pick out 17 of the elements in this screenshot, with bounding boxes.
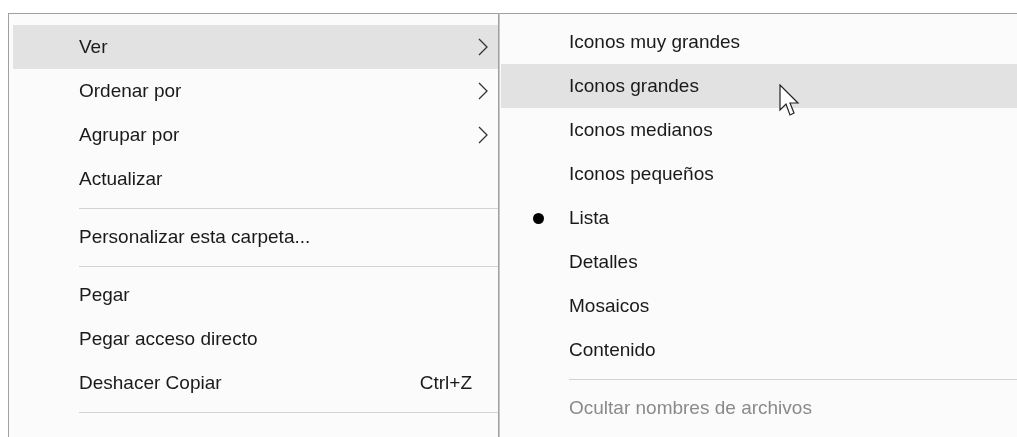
menu-item[interactable]: Ordenar por <box>13 69 498 113</box>
menu-item[interactable]: Iconos muy grandes <box>501 20 1017 64</box>
menu-item[interactable]: Ver <box>13 25 498 69</box>
menu-item[interactable]: Iconos medianos <box>501 108 1017 152</box>
menu-item[interactable]: Deshacer Copiar Ctrl+Z <box>13 361 498 405</box>
mouse-pointer-icon <box>779 84 801 118</box>
menu-item[interactable]: Detalles <box>501 240 1017 284</box>
menu-item[interactable]: Iconos pequeños <box>501 152 1017 196</box>
menu-item[interactable]: Pegar <box>13 273 498 317</box>
menu-item[interactable]: Lista <box>501 196 1017 240</box>
menu-item[interactable]: Pegar acceso directo <box>13 317 498 361</box>
menu-item[interactable]: Actualizar <box>13 157 498 201</box>
menu-item[interactable]: Agrupar por <box>13 113 498 157</box>
menu-item[interactable]: Contenido <box>501 328 1017 372</box>
menu-item[interactable]: Personalizar esta carpeta... <box>13 215 498 259</box>
menu-item[interactable]: Mosaicos <box>501 284 1017 328</box>
menu-item[interactable]: Iconos grandes <box>501 64 1017 108</box>
